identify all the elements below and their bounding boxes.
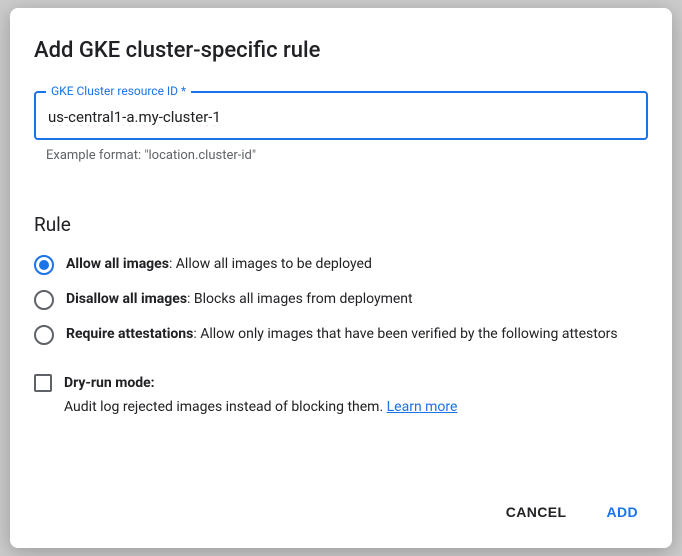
cluster-id-label: GKE Cluster resource ID * <box>46 84 191 98</box>
option-disallow-all[interactable]: Disallow all images: Blocks all images f… <box>34 289 648 310</box>
cluster-id-input[interactable] <box>48 108 634 126</box>
option-require-attestations[interactable]: Require attestations: Allow only images … <box>34 324 648 345</box>
cluster-id-hint: Example format: "location.cluster-id" <box>46 148 648 163</box>
radio-icon[interactable] <box>34 290 54 310</box>
dialog-add-gke-rule: Add GKE cluster-specific rule GKE Cluste… <box>10 8 672 548</box>
radio-icon[interactable] <box>34 255 54 275</box>
option-text: Disallow all images: Blocks all images f… <box>66 289 648 310</box>
dry-run-text: Dry-run mode: Audit log rejected images … <box>64 373 457 418</box>
rule-section-heading: Rule <box>34 213 648 236</box>
radio-icon[interactable] <box>34 325 54 345</box>
option-text: Allow all images: Allow all images to be… <box>66 254 648 275</box>
option-allow-all[interactable]: Allow all images: Allow all images to be… <box>34 254 648 275</box>
dialog-actions: CANCEL ADD <box>34 480 648 536</box>
add-button[interactable]: ADD <box>600 496 644 528</box>
learn-more-link[interactable]: Learn more <box>387 399 458 415</box>
option-text: Require attestations: Allow only images … <box>66 324 648 345</box>
cancel-button[interactable]: CANCEL <box>500 496 573 528</box>
cluster-id-field-wrapper[interactable]: GKE Cluster resource ID * <box>34 91 648 140</box>
dry-run-row[interactable]: Dry-run mode: Audit log rejected images … <box>34 373 648 418</box>
rule-options-group: Allow all images: Allow all images to be… <box>34 254 648 345</box>
checkbox-icon[interactable] <box>34 374 52 392</box>
dialog-title: Add GKE cluster-specific rule <box>34 38 648 63</box>
